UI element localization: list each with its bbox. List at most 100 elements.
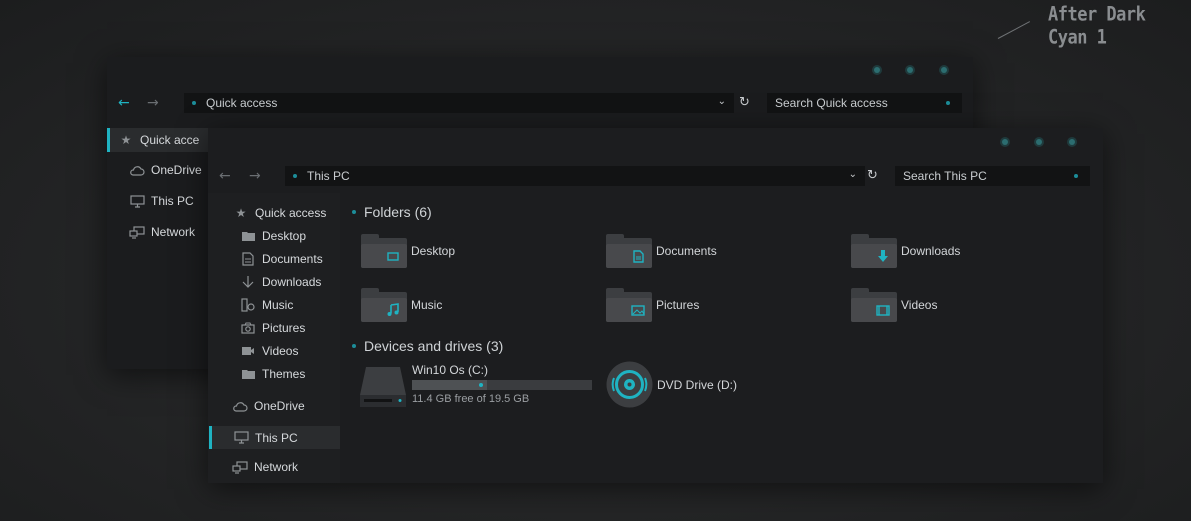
folder-label[interactable]: Pictures xyxy=(656,298,699,312)
folder-label[interactable]: Music xyxy=(411,298,442,312)
download-icon xyxy=(240,275,256,289)
sidebar-item-onedrive[interactable]: OneDrive xyxy=(129,163,202,177)
sidebar-item-label: Desktop xyxy=(262,229,307,243)
search-dot-icon xyxy=(1074,174,1078,178)
folder-icon xyxy=(240,368,256,380)
cloud-icon xyxy=(129,164,145,176)
cloud-icon xyxy=(232,400,248,412)
back-arrow-icon[interactable]: ← xyxy=(219,169,231,183)
folder-label[interactable]: Downloads xyxy=(901,244,960,258)
sidebar-item-desktop[interactable]: Desktop xyxy=(240,229,306,243)
sidebar-item-music[interactable]: Music xyxy=(240,298,293,312)
network-icon xyxy=(232,460,248,474)
close-button[interactable] xyxy=(1069,139,1075,145)
brand-underline xyxy=(997,21,1031,39)
folder-downloads-icon[interactable] xyxy=(851,234,897,268)
folder-documents-icon[interactable] xyxy=(606,234,652,268)
sidebar-item-documents[interactable]: Documents xyxy=(240,252,323,266)
sidebar-item-label: This PC xyxy=(255,430,298,445)
drive-d-label[interactable]: DVD Drive (D:) xyxy=(657,378,737,392)
close-button[interactable] xyxy=(941,67,947,73)
music-icon xyxy=(240,298,256,312)
sidebar-item-label: This PC xyxy=(151,194,194,208)
search-placeholder: Search Quick access xyxy=(775,96,888,110)
sidebar-item-label: Pictures xyxy=(262,321,306,335)
sidebar-item-label: Network xyxy=(151,225,196,239)
sidebar-item-label: Network xyxy=(254,460,299,474)
monitor-icon xyxy=(233,431,249,444)
back-arrow-icon[interactable]: ← xyxy=(118,96,130,110)
drive-usage-fill xyxy=(412,380,487,390)
forward-arrow-icon[interactable]: → xyxy=(249,169,261,183)
sidebar-item-label: Quick access xyxy=(255,206,327,220)
sidebar-item-onedrive[interactable]: OneDrive xyxy=(232,399,305,413)
sidebar-item-videos[interactable]: Videos xyxy=(240,344,298,358)
dvd-drive-icon[interactable] xyxy=(606,361,653,408)
section-bullet-icon xyxy=(352,210,356,214)
drives-title: Devices and drives (3) xyxy=(364,338,504,354)
monitor-icon xyxy=(129,194,145,208)
sidebar-item-label: Music xyxy=(262,298,294,312)
sidebar-item-label: Themes xyxy=(262,367,306,381)
minimize-button[interactable] xyxy=(874,67,880,73)
folder-label[interactable]: Videos xyxy=(901,298,937,312)
hard-drive-icon[interactable] xyxy=(360,365,406,407)
search-input[interactable]: Search This PC xyxy=(895,166,1090,186)
minimize-button[interactable] xyxy=(1002,139,1008,145)
address-text: This PC xyxy=(307,169,350,183)
sidebar-item-label: OneDrive xyxy=(151,163,202,177)
folder-videos-icon[interactable] xyxy=(851,288,897,322)
search-dot-icon xyxy=(946,101,950,105)
sidebar-item-quick-access[interactable]: ★ Quick access xyxy=(233,206,327,220)
network-icon xyxy=(129,225,145,239)
folder-music-icon[interactable] xyxy=(361,288,407,322)
sidebar-item-network[interactable]: Network xyxy=(129,225,195,239)
folder-pictures-icon[interactable] xyxy=(606,288,652,322)
sidebar-item-themes[interactable]: Themes xyxy=(240,367,305,381)
document-icon xyxy=(240,252,256,266)
folders-title: Folders (6) xyxy=(364,204,432,220)
folder-desktop-icon[interactable] xyxy=(361,234,407,268)
sidebar-item-network[interactable]: Network xyxy=(232,460,298,474)
maximize-button[interactable] xyxy=(907,67,913,73)
sidebar-item-label: OneDrive xyxy=(254,399,305,413)
folder-label[interactable]: Documents xyxy=(656,244,717,258)
drive-usage-bar xyxy=(412,380,592,390)
camera-icon xyxy=(240,322,256,334)
search-input[interactable]: Search Quick access xyxy=(767,93,962,113)
sidebar-item-label: Documents xyxy=(262,252,323,266)
star-icon: ★ xyxy=(235,206,247,220)
forward-arrow-icon[interactable]: → xyxy=(147,96,159,110)
sidebar-item-downloads[interactable]: Downloads xyxy=(240,275,321,289)
search-placeholder: Search This PC xyxy=(903,169,987,183)
star-icon: ★ xyxy=(120,133,132,147)
chevron-down-icon[interactable]: ⌄ xyxy=(718,96,726,107)
folder-icon xyxy=(240,230,256,242)
video-icon xyxy=(240,346,256,356)
sidebar-item-this-pc[interactable]: This PC xyxy=(209,426,340,449)
refresh-icon[interactable]: ↻ xyxy=(739,95,750,110)
drive-c-label[interactable]: Win10 Os (C:) xyxy=(412,363,488,377)
address-dot-icon xyxy=(192,101,196,105)
address-bar[interactable]: Quick access ⌄ xyxy=(184,93,734,113)
address-text: Quick access xyxy=(206,96,278,110)
folder-label[interactable]: Desktop xyxy=(411,244,455,258)
sidebar-item-pictures[interactable]: Pictures xyxy=(240,321,305,335)
sidebar-item-quick-access[interactable]: ★ Quick acce xyxy=(107,128,208,152)
drive-free-text: 11.4 GB free of 19.5 GB xyxy=(412,393,530,405)
drive-usage-marker xyxy=(478,383,483,387)
address-bar[interactable]: This PC ⌄ xyxy=(285,166,865,186)
sidebar-item-label: Videos xyxy=(262,344,299,358)
address-dot-icon xyxy=(293,174,297,178)
folders-section-header[interactable]: Folders (6) xyxy=(352,204,432,220)
chevron-down-icon[interactable]: ⌄ xyxy=(849,169,857,180)
maximize-button[interactable] xyxy=(1036,139,1042,145)
drives-section-header[interactable]: Devices and drives (3) xyxy=(352,338,503,354)
sidebar-item-label: Quick acce xyxy=(140,133,200,147)
back-sidebar: ★ Quick acce OneDrive This PC Network xyxy=(107,122,208,369)
sidebar-item-this-pc[interactable]: This PC xyxy=(129,194,194,208)
sidebar-item-label: Downloads xyxy=(262,275,322,289)
section-bullet-icon xyxy=(352,344,356,348)
refresh-icon[interactable]: ↻ xyxy=(867,168,878,183)
brand-title: After Dark Cyan 1 xyxy=(1048,3,1146,49)
